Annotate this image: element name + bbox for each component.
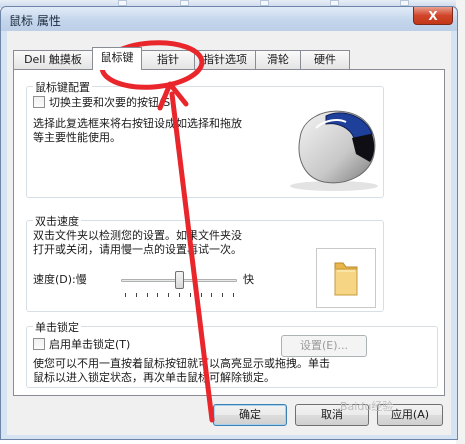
mouse-illustration xyxy=(290,110,378,191)
click-lock-settings-button[interactable]: 设置(E)... xyxy=(281,335,367,357)
tab-dell-touchpad[interactable]: Dell 触摸板 xyxy=(13,50,93,69)
click-lock-checkbox-row[interactable]: 启用单击锁定(T) xyxy=(33,338,130,352)
description-line: 双击文件夹以检测您的设置。如果文件夹没 xyxy=(33,229,242,242)
switch-buttons-checkbox[interactable] xyxy=(33,96,45,108)
group-click-lock: 单击锁定 启用单击锁定(T) 设置(E)... 使您可以不用一直按着鼠标按钮就可… xyxy=(26,319,438,388)
tab-wheel[interactable]: 滑轮 xyxy=(255,50,301,69)
slider-tick xyxy=(233,293,234,297)
mouse-properties-dialog: 鼠标 属性 X Dell 触摸板 鼠标键 指针 指针选项 滑轮 硬件 鼠标键配置… xyxy=(0,6,458,440)
speed-label-row: 速度(D):慢 xyxy=(33,273,87,287)
tab-mouse-buttons[interactable]: 鼠标键 xyxy=(92,47,142,70)
double-click-description: 双击文件夹以检测您的设置。如果文件夹没 打开或关闭，请用慢一点的设置再试一次。 xyxy=(33,229,242,257)
tab-label: 指针选项 xyxy=(203,53,247,66)
checkbox-label: 切换主要和次要的按钮(S) xyxy=(49,96,175,109)
folder-icon xyxy=(334,262,358,296)
tab-pointer-options[interactable]: 指针选项 xyxy=(194,50,256,69)
group-title: 双击速度 xyxy=(33,213,81,229)
tab-panel-mouse-buttons: 鼠标键配置 切换主要和次要的按钮(S) 选择此复选框来将右按钮设成如选择和拖放 … xyxy=(13,69,445,396)
slider-tick xyxy=(179,293,180,297)
description-line: 等主要性能使用。 xyxy=(33,131,121,144)
slider-tick xyxy=(146,293,148,297)
group-title: 鼠标键配置 xyxy=(33,79,92,95)
slider-tick xyxy=(157,293,159,297)
dialog-client-area: Dell 触摸板 鼠标键 指针 指针选项 滑轮 硬件 鼠标键配置 切换主要和次要… xyxy=(7,31,451,435)
tab-label: 滑轮 xyxy=(267,53,289,66)
close-button[interactable]: X xyxy=(413,7,453,25)
tab-label: 硬件 xyxy=(314,53,336,66)
slider-tick xyxy=(211,293,213,297)
window-title: 鼠标 属性 xyxy=(9,14,61,28)
slider-thumb[interactable] xyxy=(175,271,184,289)
slider-tick xyxy=(168,293,170,297)
group-title: 单击锁定 xyxy=(33,319,81,335)
watermark: Baidu经验 xyxy=(340,400,394,413)
click-lock-description: 使您可以不用一直按着鼠标按钮就可以高亮显示或拖拽。单击 鼠标以进入锁定状态，再次… xyxy=(33,357,330,385)
slider-tick xyxy=(189,293,191,297)
slider-tick xyxy=(135,293,137,297)
tab-label: 鼠标键 xyxy=(100,51,134,64)
description-line: 打开或关闭，请用慢一点的设置再试一次。 xyxy=(33,243,242,256)
slider-tick xyxy=(125,293,126,297)
title-bar: 鼠标 属性 xyxy=(1,7,457,31)
description-line: 鼠标以进入锁定状态，再次单击鼠标可解除锁定。 xyxy=(33,371,275,384)
tab-pointers[interactable]: 指针 xyxy=(141,50,195,69)
slider-tick xyxy=(222,293,224,297)
tab-label: Dell 触摸板 xyxy=(24,53,82,66)
switch-buttons-checkbox-row[interactable]: 切换主要和次要的按钮(S) xyxy=(33,96,175,110)
fast-label: 快 xyxy=(243,273,254,286)
ok-button[interactable]: 确定 xyxy=(213,404,287,426)
slow-label: 慢 xyxy=(75,273,87,286)
button-config-description: 选择此复选框来将右按钮设成如选择和拖放 等主要性能使用。 xyxy=(33,117,242,145)
click-lock-checkbox[interactable] xyxy=(33,338,45,350)
tab-hardware[interactable]: 硬件 xyxy=(300,50,350,69)
description-line: 使您可以不用一直按着鼠标按钮就可以高亮显示或拖拽。单击 xyxy=(33,357,330,370)
slider-tick xyxy=(200,293,202,297)
tab-label: 指针 xyxy=(157,53,179,66)
description-line: 选择此复选框来将右按钮设成如选择和拖放 xyxy=(33,117,242,130)
test-folder-box[interactable] xyxy=(316,248,376,308)
close-icon: X xyxy=(428,8,438,23)
speed-label: 速度(D): xyxy=(33,273,76,286)
checkbox-label: 启用单击锁定(T) xyxy=(49,338,131,351)
